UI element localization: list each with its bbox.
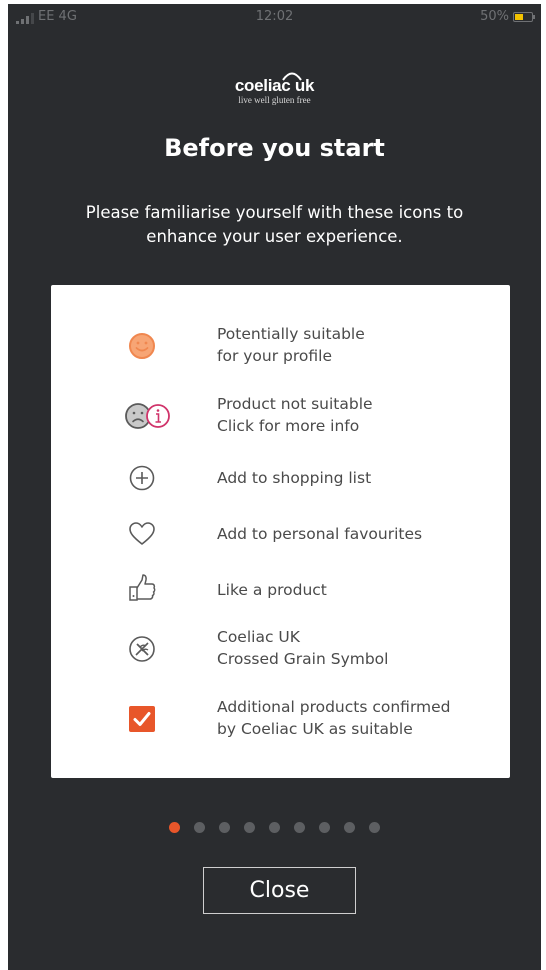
logo-name: coeliac uk [235,72,314,95]
crossed-grain-icon [125,632,159,666]
legend-text: Add to personal favourites [217,523,422,545]
legend-text: Product not suitable Click for more info [217,393,373,437]
battery-percent: 50% [480,9,509,24]
legend-line2: by Coeliac UK as suitable [217,720,413,738]
sad-face-info-icon [123,399,173,433]
legend-row-not-suitable: Product not suitable Click for more info [51,393,510,439]
page-dot-3[interactable] [219,822,230,833]
smiley-face-icon [125,329,159,363]
legend-row-confirmed-products: Additional products confirmed by Coeliac… [51,696,510,742]
legend-row-favourites: Add to personal favourites [51,519,510,549]
close-button[interactable]: Close [203,867,356,914]
icon-legend-card: Potentially suitable for your profile Pr… [51,285,510,778]
onboarding-screen: EE 4G 12:02 50% coeliac uk live well glu… [8,4,541,970]
legend-line1: Coeliac UK [217,628,300,646]
legend-line2: Click for more info [217,417,360,435]
legend-text: Potentially suitable for your profile [217,323,365,367]
thumbs-up-icon [125,571,159,605]
battery-icon [513,11,535,22]
legend-text: Add to shopping list [217,467,371,489]
status-right: 50% [480,9,535,24]
legend-row-crossed-grain: Coeliac UK Crossed Grain Symbol [51,626,510,672]
legend-line2: Crossed Grain Symbol [217,650,389,668]
status-time: 12:02 [255,9,294,24]
legend-row-like: Like a product [51,574,510,605]
legend-line1: Potentially suitable [217,325,365,343]
legend-line1: Additional products confirmed [217,698,451,716]
page-dot-9[interactable] [369,822,380,833]
page-dot-6[interactable] [294,822,305,833]
page-subtitle: Please familiarise yourself with these i… [85,203,464,246]
logo-tagline: live well gluten free [238,95,311,105]
plus-circle-icon [125,461,159,495]
legend-row-shopping-list: Add to shopping list [51,463,510,493]
legend-line1: Like a product [217,581,327,599]
legend-text: Like a product [217,579,327,601]
page-dot-7[interactable] [319,822,330,833]
legend-line2: for your profile [217,347,332,365]
page-dot-2[interactable] [194,822,205,833]
coeliac-uk-logo: coeliac uk live well gluten free [8,72,541,105]
page-dot-1[interactable] [169,822,180,833]
legend-line1: Product not suitable [217,395,373,413]
battery-level [515,13,523,20]
page-title: Before you start [164,134,385,162]
logo-arc-icon [281,72,302,81]
page-dot-4[interactable] [244,822,255,833]
status-bar: EE 4G 12:02 50% [8,4,541,30]
checkbox-checked-icon [125,702,159,736]
legend-text: Coeliac UK Crossed Grain Symbol [217,626,388,670]
heart-icon [125,517,159,551]
legend-line1: Add to shopping list [217,469,372,487]
legend-row-suitable: Potentially suitable for your profile [51,323,510,369]
legend-text: Additional products confirmed by Coeliac… [217,696,451,740]
page-dot-8[interactable] [344,822,355,833]
legend-line1: Add to personal favourites [217,525,423,543]
page-dot-5[interactable] [269,822,280,833]
page-indicator [8,822,541,833]
